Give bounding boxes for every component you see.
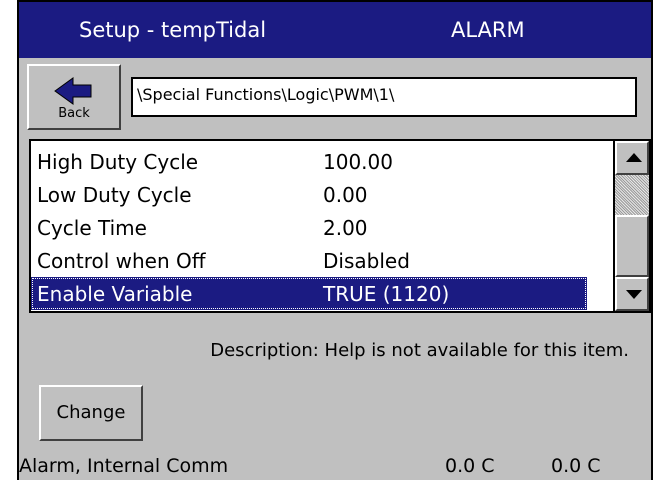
- list-item[interactable]: Control when Off Disabled: [31, 244, 587, 277]
- left-arrow-icon: [54, 77, 92, 105]
- back-label: Back: [58, 106, 90, 121]
- setting-value: TRUE (1120): [323, 282, 450, 306]
- setting-label: Enable Variable: [37, 282, 193, 306]
- setup-screen: Setup - tempTidal ALARM Back \Special Fu…: [19, 0, 651, 480]
- list-item[interactable]: Low Duty Cycle 0.00: [31, 178, 587, 211]
- up-triangle-icon: [626, 153, 642, 162]
- setting-value: Disabled: [323, 249, 410, 273]
- window-title: Setup - tempTidal: [79, 18, 267, 42]
- window-frame: Setup - tempTidal ALARM Back \Special Fu…: [0, 0, 653, 480]
- path-field: \Special Functions\Logic\PWM\1\: [131, 77, 637, 117]
- scroll-thumb[interactable]: [615, 215, 649, 277]
- change-button[interactable]: Change: [39, 385, 143, 441]
- temperature-readout-2: 0.0 C: [551, 455, 601, 477]
- setting-value: 2.00: [323, 216, 368, 240]
- settings-list: High Duty Cycle 100.00 Low Duty Cycle 0.…: [29, 139, 613, 313]
- alarm-status: ALARM: [451, 18, 525, 42]
- scroll-track[interactable]: [615, 175, 649, 215]
- down-triangle-icon: [626, 290, 642, 299]
- setting-label: Control when Off: [37, 249, 206, 273]
- status-message: Alarm, Internal Comm: [19, 455, 229, 477]
- back-button[interactable]: Back: [27, 64, 121, 130]
- setting-value: 100.00: [323, 150, 393, 174]
- scroll-up-button[interactable]: [615, 141, 649, 175]
- list-item-selected[interactable]: Enable Variable TRUE (1120): [31, 277, 587, 310]
- temperature-readout-1: 0.0 C: [445, 455, 495, 477]
- title-bar: Setup - tempTidal ALARM: [19, 0, 651, 58]
- setting-label: Low Duty Cycle: [37, 183, 192, 207]
- setting-label: High Duty Cycle: [37, 150, 199, 174]
- list-item[interactable]: Cycle Time 2.00: [31, 211, 587, 244]
- list-item[interactable]: High Duty Cycle 100.00: [31, 145, 587, 178]
- scroll-down-button[interactable]: [615, 277, 649, 311]
- setting-label: Cycle Time: [37, 216, 147, 240]
- status-bar: Alarm, Internal Comm 0.0 C 0.0 C: [19, 453, 651, 480]
- vertical-scrollbar[interactable]: [613, 139, 651, 313]
- description-text: Description: Help is not available for t…: [210, 340, 629, 361]
- setting-value: 0.00: [323, 183, 368, 207]
